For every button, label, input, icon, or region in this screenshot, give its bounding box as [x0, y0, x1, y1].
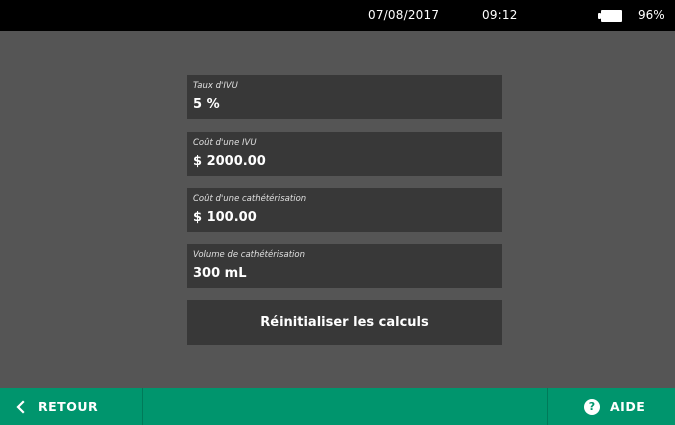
help-label: AIDE	[610, 399, 646, 414]
help-circle-icon: ?	[584, 398, 600, 415]
field-cout-ivu[interactable]: Coût d'une IVU $ 2000.00	[187, 132, 502, 176]
status-bar: 07/08/2017 09:12 96%	[0, 0, 675, 31]
back-button[interactable]: RETOUR	[0, 388, 142, 425]
chevron-left-icon	[16, 399, 25, 414]
back-label: RETOUR	[38, 399, 99, 414]
field-value: $ 100.00	[193, 210, 257, 225]
field-volume-catheterisation[interactable]: Volume de cathétérisation 300 mL	[187, 244, 502, 288]
status-date: 07/08/2017	[368, 8, 440, 22]
field-value: 300 mL	[193, 266, 247, 281]
field-label: Taux d'IVU	[193, 81, 238, 91]
field-cout-catheterisation[interactable]: Coût d'une cathétérisation $ 100.00	[187, 188, 502, 232]
field-value: 5 %	[193, 97, 220, 112]
divider	[142, 388, 143, 425]
field-value: $ 2000.00	[193, 154, 266, 169]
field-taux-ivu[interactable]: Taux d'IVU 5 %	[187, 75, 502, 119]
reset-calculations-button[interactable]: Réinitialiser les calculs	[187, 300, 502, 345]
field-label: Volume de cathétérisation	[193, 250, 305, 260]
battery-percent: 96%	[638, 8, 665, 22]
help-button[interactable]: ? AIDE	[548, 388, 675, 425]
status-time: 09:12	[482, 8, 518, 22]
battery-icon	[598, 10, 622, 22]
field-label: Coût d'une cathétérisation	[193, 194, 307, 204]
bottom-bar: RETOUR ? AIDE	[0, 388, 675, 425]
field-label: Coût d'une IVU	[193, 138, 257, 148]
